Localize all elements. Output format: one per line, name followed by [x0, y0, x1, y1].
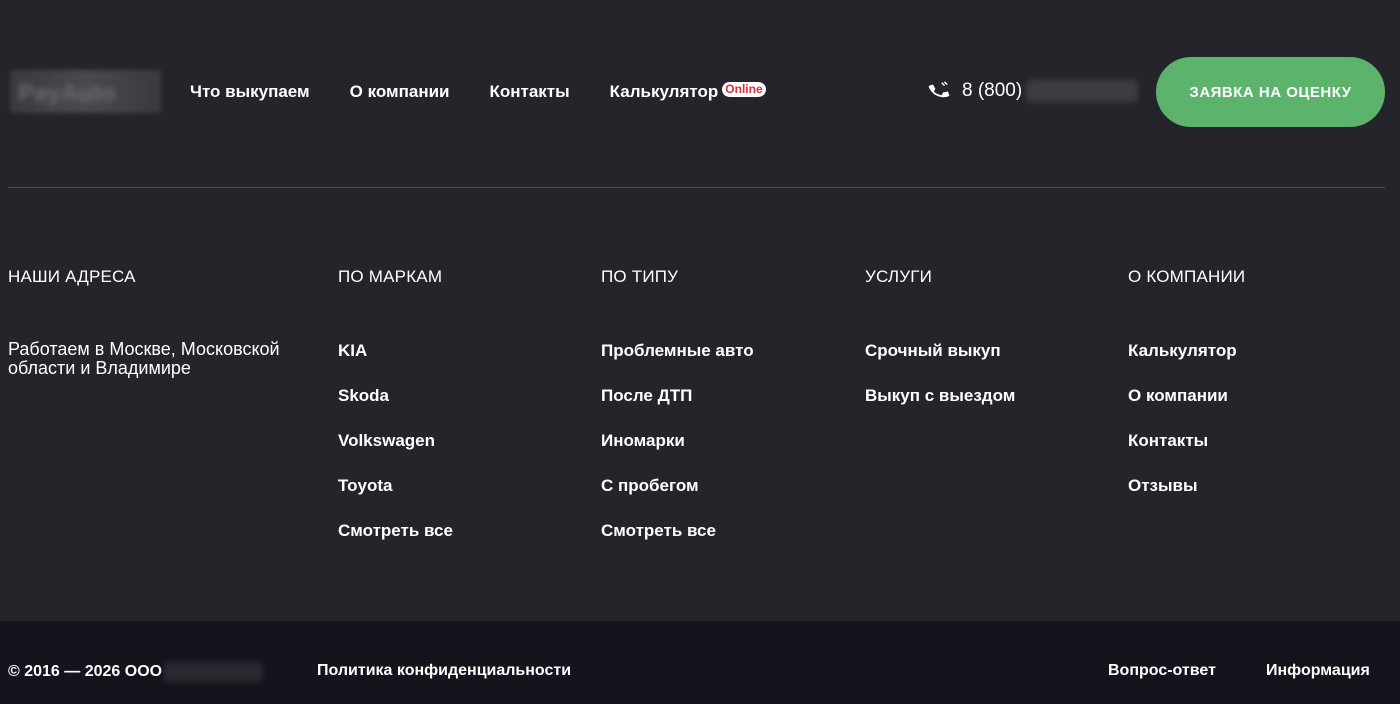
phone-block[interactable]: 8 (800)	[928, 80, 1139, 102]
company-name-hidden	[164, 662, 263, 682]
list-item: После ДТП	[601, 386, 754, 431]
services-list: Срочный выкуп Выкуп с выездом	[865, 341, 1015, 431]
link-urgent-buyout[interactable]: Срочный выкуп	[865, 341, 1001, 360]
request-estimate-button[interactable]: ЗАЯВКА НА ОЦЕНКУ	[1156, 57, 1385, 127]
list-item: Проблемные авто	[601, 341, 754, 386]
link-reviews[interactable]: Отзывы	[1128, 476, 1198, 495]
link-toyota[interactable]: Toyota	[338, 476, 392, 495]
phone-number-hidden	[1026, 80, 1139, 102]
footer-col-services: УСЛУГИ Срочный выкуп Выкуп с выездом	[865, 267, 1015, 431]
link-contacts[interactable]: Контакты	[1128, 431, 1208, 450]
logo-text: PayAuto	[18, 80, 116, 107]
phone-number: 8 (800)	[962, 80, 1023, 101]
nav-item-calculator[interactable]: Калькулятор Online	[610, 82, 766, 102]
footer-bottom-bar: © 2016 — 2026 ООО Политика конфиденциаль…	[0, 621, 1400, 704]
link-brands-all[interactable]: Смотреть все	[338, 521, 453, 540]
list-item: Toyota	[338, 476, 453, 521]
nav-item-contacts[interactable]: Контакты	[489, 82, 569, 102]
list-item: Volkswagen	[338, 431, 453, 476]
list-item: KIA	[338, 341, 453, 386]
list-item: Смотреть все	[338, 521, 453, 566]
list-item: Иномарки	[601, 431, 754, 476]
list-item: О компании	[1128, 386, 1245, 431]
list-item: Отзывы	[1128, 476, 1245, 521]
footer-col-company: О КОМПАНИИ Калькулятор О компании Контак…	[1128, 267, 1245, 521]
privacy-policy-link[interactable]: Политика конфиденциальности	[317, 662, 571, 680]
main-nav: Что выкупаем О компании Контакты Калькул…	[190, 82, 806, 102]
link-calculator[interactable]: Калькулятор	[1128, 341, 1237, 360]
link-types-all[interactable]: Смотреть все	[601, 521, 716, 540]
footer-col-brands: ПО МАРКАМ KIA Skoda Volkswagen Toyota См…	[338, 267, 453, 566]
link-skoda[interactable]: Skoda	[338, 386, 389, 405]
address-text: Работаем в Москве, Московской области и …	[8, 339, 280, 378]
link-kia[interactable]: KIA	[338, 341, 367, 360]
link-volkswagen[interactable]: Volkswagen	[338, 431, 435, 450]
list-item: Skoda	[338, 386, 453, 431]
online-badge: Online	[722, 82, 766, 97]
link-problem-cars[interactable]: Проблемные авто	[601, 341, 754, 360]
list-item: С пробегом	[601, 476, 754, 521]
header-divider	[8, 187, 1385, 188]
link-buyout-visit[interactable]: Выкуп с выездом	[865, 386, 1015, 405]
link-with-mileage[interactable]: С пробегом	[601, 476, 699, 495]
col-title-addresses: НАШИ АДРЕСА	[8, 267, 136, 286]
faq-link[interactable]: Вопрос-ответ	[1108, 662, 1216, 680]
brands-list: KIA Skoda Volkswagen Toyota Смотреть все	[338, 341, 453, 566]
info-link[interactable]: Информация	[1266, 662, 1370, 680]
phone-icon	[928, 81, 950, 98]
col-title-types: ПО ТИПУ	[601, 267, 679, 286]
col-title-company: О КОМПАНИИ	[1128, 267, 1246, 286]
footer-col-types: ПО ТИПУ Проблемные авто После ДТП Иномар…	[601, 267, 754, 566]
footer-col-addresses: НАШИ АДРЕСА Работаем в Москве, Московско…	[8, 267, 328, 378]
nav-item-about[interactable]: О компании	[350, 82, 450, 102]
list-item: Контакты	[1128, 431, 1245, 476]
company-list: Калькулятор О компании Контакты Отзывы	[1128, 341, 1245, 521]
types-list: Проблемные авто После ДТП Иномарки С про…	[601, 341, 754, 566]
link-after-accident[interactable]: После ДТП	[601, 386, 692, 405]
link-about[interactable]: О компании	[1128, 386, 1228, 405]
col-title-services: УСЛУГИ	[865, 267, 933, 286]
copyright: © 2016 — 2026 ООО	[8, 662, 263, 682]
list-item: Смотреть все	[601, 521, 754, 566]
site-header: PayAuto Что выкупаем О компании Контакты…	[0, 0, 1400, 187]
col-title-brands: ПО МАРКАМ	[338, 267, 443, 286]
list-item: Выкуп с выездом	[865, 386, 1015, 431]
nav-item-what-we-buy[interactable]: Что выкупаем	[190, 82, 310, 102]
list-item: Срочный выкуп	[865, 341, 1015, 386]
list-item: Калькулятор	[1128, 341, 1245, 386]
link-foreign-cars[interactable]: Иномарки	[601, 431, 685, 450]
